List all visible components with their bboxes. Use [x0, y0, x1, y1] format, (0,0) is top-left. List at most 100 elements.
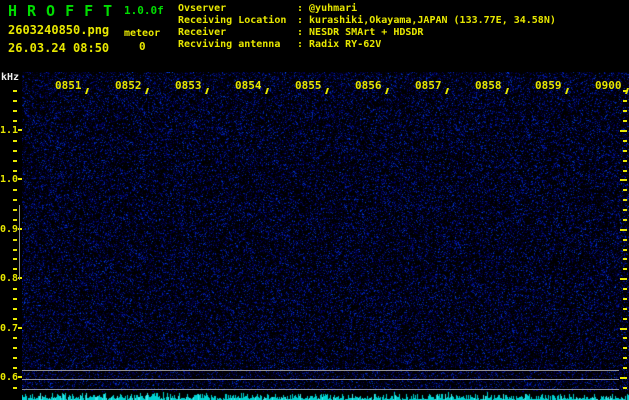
spectrogram-noise-canvas — [22, 72, 629, 400]
freq-unit-label: kHz — [1, 72, 20, 83]
freq-minor-tick-right — [623, 120, 627, 122]
freq-minor-tick-left — [13, 189, 17, 191]
time-label: 0853 — [175, 79, 209, 94]
freq-minor-tick-right — [623, 347, 627, 349]
station-info: Ovserver: @yuhmari Receiving Location: kur… — [178, 3, 556, 51]
time-label: 0857 — [415, 79, 449, 94]
freq-minor-tick-right — [623, 318, 627, 320]
freq-minor-tick-left — [13, 357, 17, 359]
station-separator: : — [297, 3, 304, 14]
station-row: Ovserver: @yuhmari — [178, 3, 556, 15]
meteor-count-label: meteor — [124, 28, 161, 39]
time-label: 0854 — [235, 79, 269, 94]
freq-major-tick-right — [620, 278, 627, 280]
freq-minor-tick-left — [13, 239, 17, 241]
station-value: NESDR SMArt + HDSDR — [309, 27, 424, 38]
station-separator: : — [297, 39, 304, 50]
freq-label: 1.0 — [0, 173, 19, 185]
freq-minor-tick-left — [13, 337, 17, 339]
freq-label: 0.8 — [0, 272, 19, 284]
station-label: Ovserver — [178, 3, 227, 14]
freq-minor-tick-left — [13, 150, 17, 152]
freq-minor-tick-right — [623, 199, 627, 201]
app-title: HROFFT — [8, 2, 123, 20]
freq-minor-tick-left — [13, 298, 17, 300]
freq-minor-tick-left — [13, 308, 17, 310]
station-value: kurashiki,Okayama,JAPAN (133.77E, 34.58N… — [309, 15, 556, 26]
freq-minor-tick-right — [623, 249, 627, 251]
station-label: Receiver — [178, 27, 227, 38]
station-label: Receiving Location — [178, 15, 287, 26]
freq-minor-tick-left — [13, 288, 17, 290]
freq-label-row: 0.6 — [0, 371, 22, 383]
freq-minor-tick-right — [623, 387, 627, 389]
freq-minor-tick-right — [623, 150, 627, 152]
capture-datetime: 26.03.24 08:50 — [8, 41, 110, 55]
freq-minor-tick-right — [623, 140, 627, 142]
freq-minor-tick-right — [623, 367, 627, 369]
station-row: Receiving Location: kurashiki,Okayama,JAP… — [178, 15, 556, 27]
time-label-text: 0856 — [355, 79, 382, 92]
freq-minor-tick-left — [13, 120, 17, 122]
freq-label-row: 1.0 — [0, 173, 22, 185]
freq-major-tick-right — [620, 328, 627, 330]
freq-label: 0.7 — [0, 322, 19, 334]
gridline-horizontal — [22, 370, 619, 371]
freq-minor-tick-left — [13, 90, 17, 92]
freq-minor-tick-right — [623, 298, 627, 300]
freq-minor-tick-right — [623, 90, 627, 92]
time-label: 0851 — [55, 79, 89, 94]
freq-minor-tick-right — [623, 100, 627, 102]
time-label: 0856 — [355, 79, 389, 94]
freq-minor-tick-right — [623, 219, 627, 221]
freq-minor-tick-right — [623, 337, 627, 339]
freq-minor-tick-right — [623, 258, 627, 260]
time-label-text: 0859 — [535, 79, 562, 92]
freq-minor-tick-left — [13, 219, 17, 221]
freq-major-tick-icon — [18, 178, 22, 180]
freq-minor-tick-left — [13, 160, 17, 162]
freq-minor-tick-right — [623, 268, 627, 270]
freq-label: 1.1 — [0, 124, 19, 136]
freq-major-tick-icon — [18, 327, 22, 329]
freq-range-marker — [19, 205, 20, 280]
freq-major-tick-right — [620, 179, 627, 181]
freq-major-tick-icon — [18, 376, 22, 378]
freq-minor-tick-right — [623, 288, 627, 290]
freq-minor-tick-right — [623, 357, 627, 359]
freq-minor-tick-left — [13, 100, 17, 102]
freq-label: 0.9 — [0, 223, 19, 235]
freq-label-row: 1.1 — [0, 124, 22, 136]
station-value: Radix RY-62V — [309, 39, 382, 50]
time-label-text: 0855 — [295, 79, 322, 92]
freq-major-tick-right — [620, 229, 627, 231]
gridline-horizontal — [22, 379, 619, 380]
hrofft-screen: HROFFT 1.0.0f 2603240850.png meteor 26.0… — [0, 0, 629, 400]
time-label-text: 0857 — [415, 79, 442, 92]
freq-minor-tick-left — [13, 367, 17, 369]
capture-filename: 2603240850.png — [8, 23, 110, 37]
freq-minor-tick-left — [13, 258, 17, 260]
freq-minor-tick-right — [623, 209, 627, 211]
freq-minor-tick-left — [13, 387, 17, 389]
time-label-text: 0853 — [175, 79, 202, 92]
freq-major-tick-right — [620, 130, 627, 132]
station-separator: : — [297, 15, 304, 26]
time-label: 0855 — [295, 79, 329, 94]
freq-label-row: 0.7 — [0, 322, 22, 334]
freq-minor-tick-left — [13, 140, 17, 142]
time-label: 0858 — [475, 79, 509, 94]
station-row: Receiver: NESDR SMArt + HDSDR — [178, 27, 556, 39]
station-separator: : — [297, 27, 304, 38]
freq-label: 0.6 — [0, 371, 19, 383]
app-version: 1.0.0f — [124, 4, 164, 17]
freq-minor-tick-right — [623, 110, 627, 112]
freq-minor-tick-right — [623, 239, 627, 241]
freq-minor-tick-right — [623, 170, 627, 172]
station-value: @yuhmari — [309, 3, 358, 14]
freq-major-tick-icon — [18, 129, 22, 131]
time-label: 0852 — [115, 79, 149, 94]
time-label: 0859 — [535, 79, 569, 94]
freq-minor-tick-right — [623, 160, 627, 162]
freq-minor-tick-right — [623, 308, 627, 310]
